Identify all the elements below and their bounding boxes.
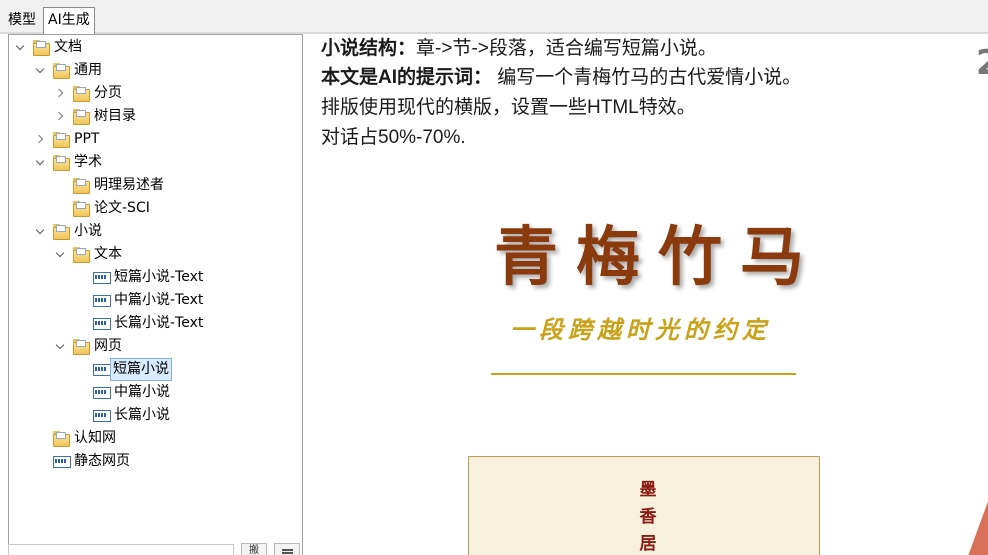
- chevron-down-icon[interactable]: [34, 63, 46, 77]
- chevron-right-icon[interactable]: [34, 132, 46, 146]
- tree-node-label: 网页: [94, 338, 122, 354]
- tab-strip: 模型 AI生成: [0, 0, 988, 34]
- tree-action-button[interactable]: 搬: [241, 543, 267, 555]
- prompt-line-ai: 本文是AI的提示词： 编写一个青梅竹马的古代爱情小说。: [321, 64, 801, 92]
- tree-node-label: 树目录: [94, 108, 136, 124]
- tree-node-label: 中篇小说-Text: [114, 292, 204, 308]
- folder-icon: [52, 62, 70, 79]
- prompt-line-structure: 小说结构：章->节->段落，适合编写短篇小说。: [321, 35, 717, 63]
- html-file-icon: [92, 384, 111, 400]
- folder-icon: [72, 177, 90, 194]
- tree-node-label: 短篇小说-Text: [114, 269, 204, 285]
- tree-node-label: 长篇小说: [114, 407, 170, 423]
- edge-glyph: 2: [976, 43, 988, 83]
- prompt-label: 小说结构：: [321, 38, 417, 59]
- tree-menu-button[interactable]: [274, 543, 300, 555]
- html-file-icon: [92, 292, 111, 308]
- prompt-text: 编写一个青梅竹马的古代爱情小说。: [492, 67, 802, 88]
- decorative-triangle: [968, 496, 988, 555]
- tree-filter-input[interactable]: [8, 544, 234, 555]
- tree-node-label: 文本: [94, 246, 122, 262]
- chevron-down-icon[interactable]: [34, 224, 46, 238]
- tree-node-label: 学术: [74, 154, 102, 170]
- prompt-label: 本文是AI的提示词：: [321, 67, 493, 88]
- folder-icon: [72, 200, 90, 217]
- folder-icon: [52, 223, 70, 240]
- tree-node-label: 长篇小说-Text: [114, 315, 204, 331]
- tree-node-label: 静态网页: [74, 453, 130, 469]
- tree-node-label: 认知网: [74, 430, 116, 446]
- tab-ai-generate[interactable]: AI生成: [43, 7, 95, 34]
- tab-model[interactable]: 模型: [4, 9, 40, 33]
- folder-icon: [52, 154, 70, 171]
- tree-node-label-selected: 短篇小说: [110, 358, 172, 381]
- html-file-icon: [92, 315, 111, 331]
- html-file-icon: [52, 453, 71, 469]
- chapter-card: 墨香居: [468, 456, 820, 555]
- content-preview: 小说结构：章->节->段落，适合编写短篇小说。 本文是AI的提示词： 编写一个青…: [304, 34, 988, 555]
- tree-node-label: 通用: [74, 62, 102, 78]
- tree-node-label: 明理易述者: [94, 177, 164, 193]
- card-vertical-text: 墨香居: [639, 480, 657, 554]
- chevron-down-icon[interactable]: [54, 247, 66, 261]
- prompt-line-layout: 排版使用现代的横版，设置一些HTML特效。: [321, 97, 696, 118]
- tree-node-label: 文档: [54, 39, 82, 55]
- document-tree: 文档 通用 分页 树目录 PPT 学术 明理易述者 论文-SCI 小说 文本 短…: [8, 34, 303, 555]
- title-divider: [491, 373, 796, 375]
- chevron-down-icon[interactable]: [34, 155, 46, 169]
- folder-icon: [72, 246, 90, 263]
- html-file-icon: [92, 269, 111, 285]
- novel-title: 青梅竹马: [494, 220, 822, 295]
- chevron-right-icon[interactable]: [54, 86, 66, 100]
- folder-icon: [52, 430, 70, 447]
- novel-subtitle: 一段跨越时光的约定: [510, 315, 771, 344]
- html-file-icon: [92, 407, 111, 423]
- folder-icon: [52, 131, 70, 148]
- tree-node-label: PPT: [74, 131, 100, 147]
- folder-icon: [72, 108, 90, 125]
- folder-icon: [72, 338, 90, 355]
- chevron-down-icon[interactable]: [54, 339, 66, 353]
- tree-node-label: 小说: [74, 223, 102, 239]
- prompt-text: 章->节->段落，适合编写短篇小说。: [416, 38, 717, 59]
- html-file-icon: [92, 361, 111, 377]
- tree-node-label: 分页: [94, 85, 122, 101]
- chevron-down-icon[interactable]: [14, 40, 26, 54]
- chevron-right-icon[interactable]: [54, 109, 66, 123]
- folder-icon: [32, 39, 50, 56]
- prompt-line-dialogue: 对话占50%-70%.: [321, 127, 466, 148]
- folder-icon: [72, 85, 90, 102]
- tree-node-label: 论文-SCI: [94, 200, 150, 216]
- tree-node-label: 中篇小说: [114, 384, 170, 400]
